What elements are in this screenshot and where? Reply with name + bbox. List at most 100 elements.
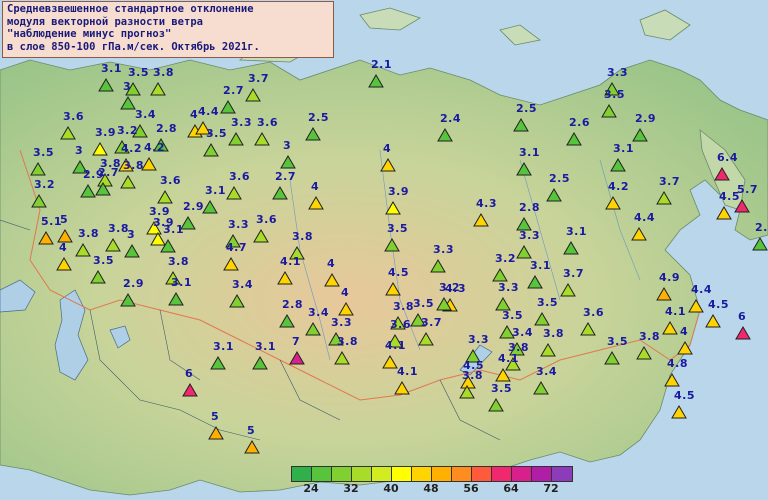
legend-tick: 64 [503,482,519,495]
station-value: 5 [211,410,220,423]
triangle-icon [533,381,549,395]
station-value: 3.4 [135,108,156,121]
station-value: 4.1 [385,339,406,352]
triangle-icon [459,385,475,399]
triangle-icon [124,244,140,258]
station-value: 4.4 [634,211,655,224]
triangle-icon [705,314,721,328]
legend-swatch [372,467,392,481]
station-value: 3.8 [462,369,483,382]
triangle-icon [253,229,269,243]
triangle-icon [560,283,576,297]
station-value: 4.5 [708,298,729,311]
legend-swatch [472,467,492,481]
triangle-icon [208,426,224,440]
triangle-icon [540,343,556,357]
station-value: 5 [247,424,256,437]
station-value: 3.1 [519,146,540,159]
triangle-icon [226,186,242,200]
triangle-icon [385,282,401,296]
triangle-icon [245,88,261,102]
station-value: 4.2 [144,141,165,154]
triangle-icon [98,78,114,92]
station-value: 2.5 [516,102,537,115]
station-value: 3.5 [128,66,149,79]
station-value: 4 [59,241,68,254]
title-line-1: Средневзвешенное стандартное отклонение [7,3,254,15]
triangle-icon [338,302,354,316]
station-value: 3.3 [331,316,352,329]
station-value: 3.7 [563,267,584,280]
station-value: 3.5 [93,254,114,267]
station-value: 2.8 [282,298,303,311]
station-value: 3.1 [255,340,276,353]
station-value: 2.5 [308,111,329,124]
triangle-icon [334,351,350,365]
station-value: 3.5 [604,88,625,101]
station-value: 3.3 [607,66,628,79]
title-line-2: модуля векторной разности ветра [7,15,203,28]
station-value: 2.7 [98,166,119,179]
triangle-icon [308,196,324,210]
triangle-icon [495,368,511,382]
station-value: 3.8 [153,66,174,79]
triangle-icon [168,292,184,306]
station-value: 3.5 [206,127,227,140]
triangle-icon [160,239,176,253]
triangle-icon [182,383,198,397]
station-value: 3.4 [512,326,533,339]
triangle-icon [75,243,91,257]
triangle-icon [636,346,652,360]
triangle-icon [56,257,72,271]
station-value: 3.5 [387,222,408,235]
station-value: 5.1 [41,215,62,228]
station-value: 3.3 [231,116,252,129]
station-value: 3.1 [205,184,226,197]
triangle-icon [601,104,617,118]
legend-swatch [452,467,472,481]
triangle-icon [714,167,730,181]
station-value: 3.6 [229,170,250,183]
triangle-icon [436,297,452,311]
triangle-icon [566,132,582,146]
triangle-icon [380,158,396,172]
station-value: 3.8 [393,300,414,313]
station-value: 3.2 [34,178,55,191]
triangle-icon [546,188,562,202]
station-value: 2.4 [440,112,461,125]
title-line-3: "наблюдение минус прогноз" [7,28,172,40]
triangle-icon [80,184,96,198]
legend-swatch [492,467,512,481]
station-value: 3.1 [171,276,192,289]
station-value: 3.3 [519,229,540,242]
station-value: 4.5 [719,190,740,203]
triangle-icon [305,127,321,141]
station-value: 3.4 [308,306,329,319]
triangle-icon [120,175,136,189]
station-value: 3.1 [613,142,634,155]
station-value: 3.9 [95,126,116,139]
station-value: 4 [680,325,689,338]
station-value: 3.8 [168,255,189,268]
triangle-icon [735,326,751,340]
legend-swatch [312,467,332,481]
map-title-box: Средневзвешенное стандартное отклонение … [2,1,334,58]
triangle-icon [210,356,226,370]
station-value: 3.2 [495,252,516,265]
station-value: 3.6 [256,213,277,226]
station-value: 3.5 [502,309,523,322]
legend-tick: 72 [543,482,559,495]
station-value: 3 [123,80,132,93]
station-value: 3.8 [639,330,660,343]
triangle-icon [492,268,508,282]
station-value: 4.4 [691,283,712,296]
triangle-icon [580,322,596,336]
station-value: 3.8 [292,230,313,243]
triangle-icon [157,190,173,204]
triangle-icon [671,405,687,419]
station-value: 3.2 [439,281,460,294]
legend-swatch [332,467,352,481]
triangle-icon [120,293,136,307]
station-value: 4 [383,142,392,155]
triangle-icon [385,201,401,215]
